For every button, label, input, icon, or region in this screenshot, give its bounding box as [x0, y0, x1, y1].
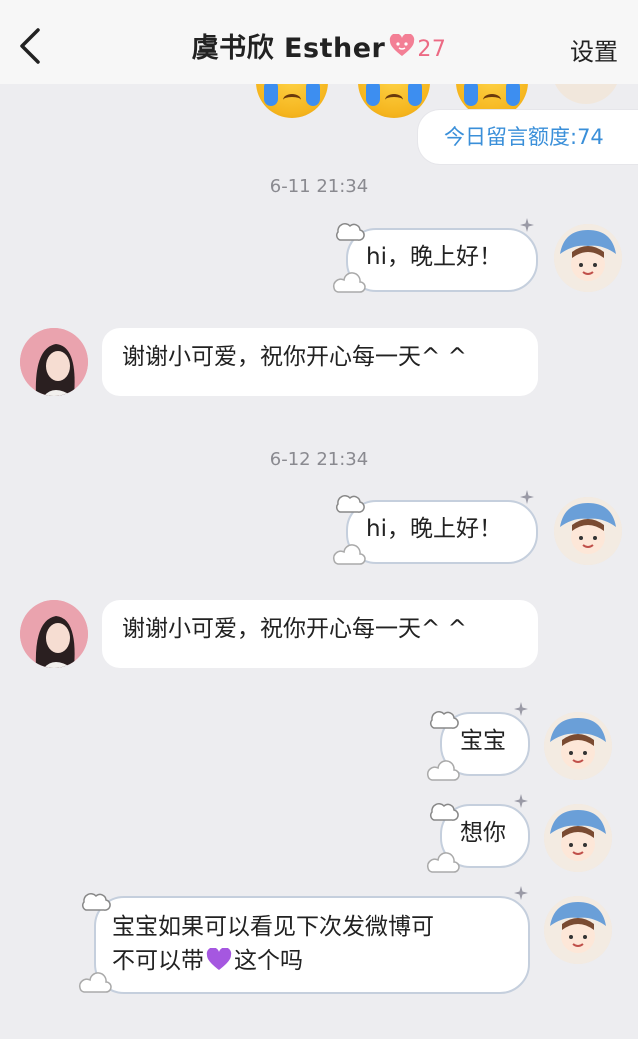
timestamp: 6-11 21:34: [269, 176, 369, 197]
girl-cartoon-avatar-icon: [544, 896, 612, 964]
my-avatar[interactable]: [544, 804, 612, 872]
cloud-sticker-icon: [427, 803, 460, 873]
cloud-sticker-icon: [333, 223, 366, 293]
crying-face-sticker: [256, 84, 328, 118]
girl-cartoon-avatar-icon: [544, 804, 612, 872]
top-nav-bar: 虞书欣 Esther 27 设置: [0, 0, 638, 84]
sparkle-icon: [514, 886, 528, 900]
message-text: 想你: [460, 820, 506, 846]
cloud-sticker-icon: [333, 495, 366, 565]
settings-button[interactable]: 设置: [570, 32, 618, 67]
contact-avatar[interactable]: [20, 328, 88, 396]
message-text: 这个吗: [234, 948, 303, 974]
chat-title: 虞书欣 Esther 27: [0, 26, 638, 65]
fan-level-count: 27: [417, 37, 447, 62]
heart-badge-icon: [389, 33, 415, 65]
message-text-line: 宝宝如果可以看见下次发微博可: [112, 914, 434, 940]
my-avatar[interactable]: [544, 896, 612, 964]
girl-cartoon-avatar-icon: [554, 497, 622, 565]
message-text: hi，晚上好！: [366, 516, 502, 542]
outgoing-message-bubble[interactable]: hi，晚上好！: [346, 500, 538, 564]
sparkle-icon: [520, 218, 534, 232]
sparkle-icon: [514, 702, 528, 716]
contact-photo-icon: [20, 328, 88, 396]
my-avatar[interactable]: [552, 84, 620, 104]
cloud-sticker-icon: [79, 893, 112, 993]
message-text: 谢谢小可爱，祝你开心每一天^ ^: [122, 616, 467, 642]
girl-cartoon-avatar-icon: [544, 712, 612, 780]
my-avatar[interactable]: [544, 712, 612, 780]
incoming-message-bubble[interactable]: 谢谢小可爱，祝你开心每一天^ ^: [102, 328, 538, 396]
cloud-sticker-icon: [427, 711, 460, 781]
sparkle-icon: [520, 490, 534, 504]
outgoing-message-bubble[interactable]: 宝宝如果可以看见下次发微博可 不可以带 这个吗: [94, 896, 530, 994]
purple-heart-icon: [206, 947, 232, 970]
my-avatar[interactable]: [554, 497, 622, 565]
message-quota-badge: 今日留言额度:74: [418, 110, 638, 164]
my-avatar[interactable]: [554, 224, 622, 292]
message-text: hi，晚上好！: [366, 244, 502, 270]
outgoing-message-bubble[interactable]: hi，晚上好！: [346, 228, 538, 292]
message-text: 不可以带: [112, 948, 204, 974]
crying-face-sticker: [358, 84, 430, 118]
girl-cartoon-avatar-icon: [554, 224, 622, 292]
incoming-message-bubble[interactable]: 谢谢小可爱，祝你开心每一天^ ^: [102, 600, 538, 668]
message-text: 谢谢小可爱，祝你开心每一天^ ^: [122, 344, 467, 370]
contact-photo-icon: [20, 600, 88, 668]
message-text-line: 不可以带 这个吗: [112, 944, 512, 978]
contact-name: 虞书欣 Esther: [191, 33, 386, 64]
contact-avatar[interactable]: [20, 600, 88, 668]
message-text: 宝宝: [460, 728, 506, 754]
sparkle-icon: [514, 794, 528, 808]
timestamp: 6-12 21:34: [269, 449, 369, 470]
